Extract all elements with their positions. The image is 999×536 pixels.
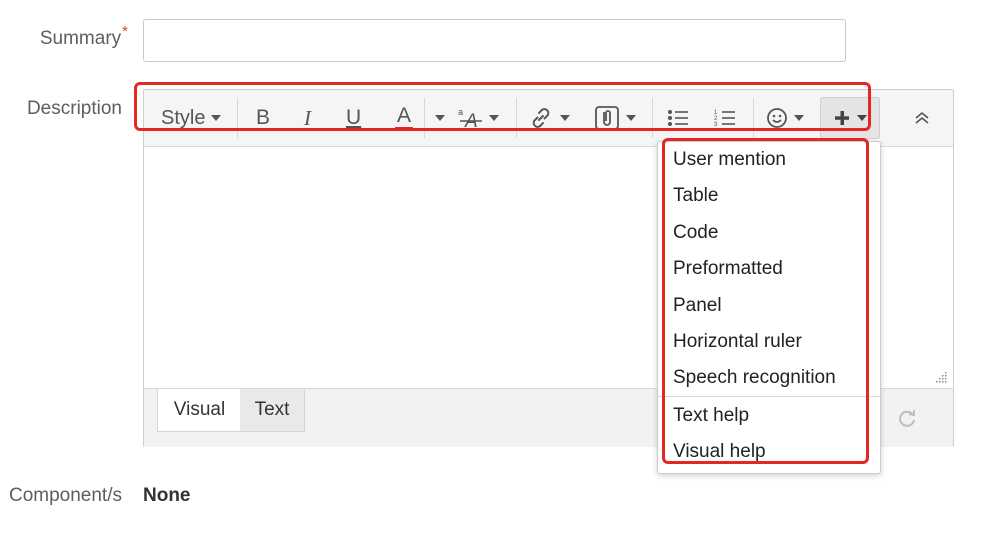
required-marker: * xyxy=(122,23,128,40)
collapse-toolbar-button[interactable] xyxy=(914,100,930,136)
tab-visual[interactable]: Visual xyxy=(157,389,242,432)
summary-input[interactable] xyxy=(143,19,846,62)
description-label: Description xyxy=(26,98,122,119)
component-value: None xyxy=(143,485,191,506)
toolbar-highlight-box xyxy=(134,82,871,131)
component-label: Component/s xyxy=(8,485,122,506)
menu-highlight-box xyxy=(662,138,869,464)
tab-text[interactable]: Text xyxy=(240,389,305,432)
summary-label: Summary* xyxy=(20,23,128,50)
redo-icon[interactable] xyxy=(896,407,918,434)
summary-label-text: Summary xyxy=(39,28,122,49)
collapse-icon xyxy=(915,111,929,124)
